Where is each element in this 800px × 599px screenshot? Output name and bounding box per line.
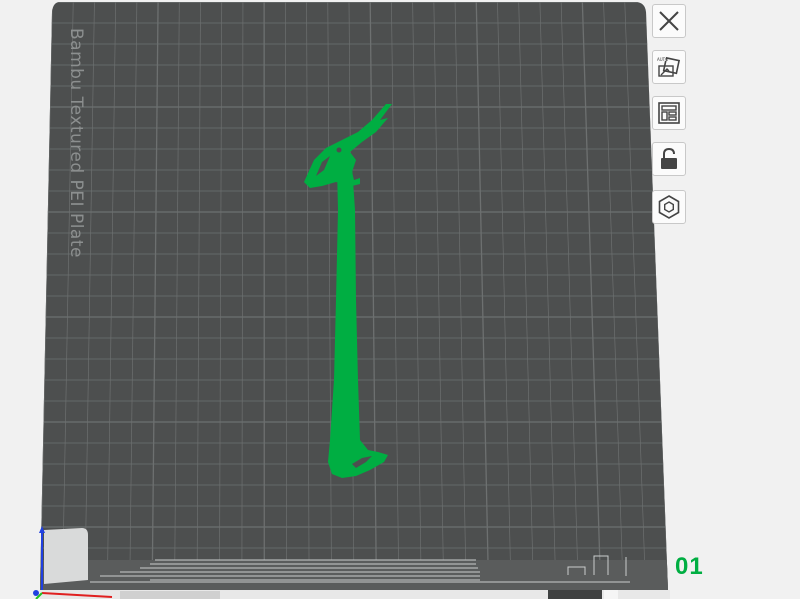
lock-plate-button[interactable]	[652, 142, 686, 176]
plate-settings-button[interactable]	[652, 190, 686, 224]
svg-text:AUTO: AUTO	[657, 57, 668, 62]
corner-block	[44, 528, 88, 584]
auto-orient-icon: AUTO	[657, 56, 681, 77]
bed-bottom-edge	[40, 590, 670, 599]
close-plate-button[interactable]	[652, 4, 686, 38]
close-icon	[659, 11, 679, 31]
plate-settings-icon	[658, 195, 680, 219]
3d-viewport[interactable]	[0, 0, 800, 599]
lock-icon	[661, 147, 677, 169]
auto-orient-button[interactable]: AUTO	[652, 50, 686, 84]
arrange-icon	[658, 102, 680, 124]
arrange-button[interactable]	[652, 96, 686, 130]
plate-name-label: Bambu Textured PEI Plate	[66, 28, 86, 258]
plate-number: 01	[675, 553, 704, 580]
